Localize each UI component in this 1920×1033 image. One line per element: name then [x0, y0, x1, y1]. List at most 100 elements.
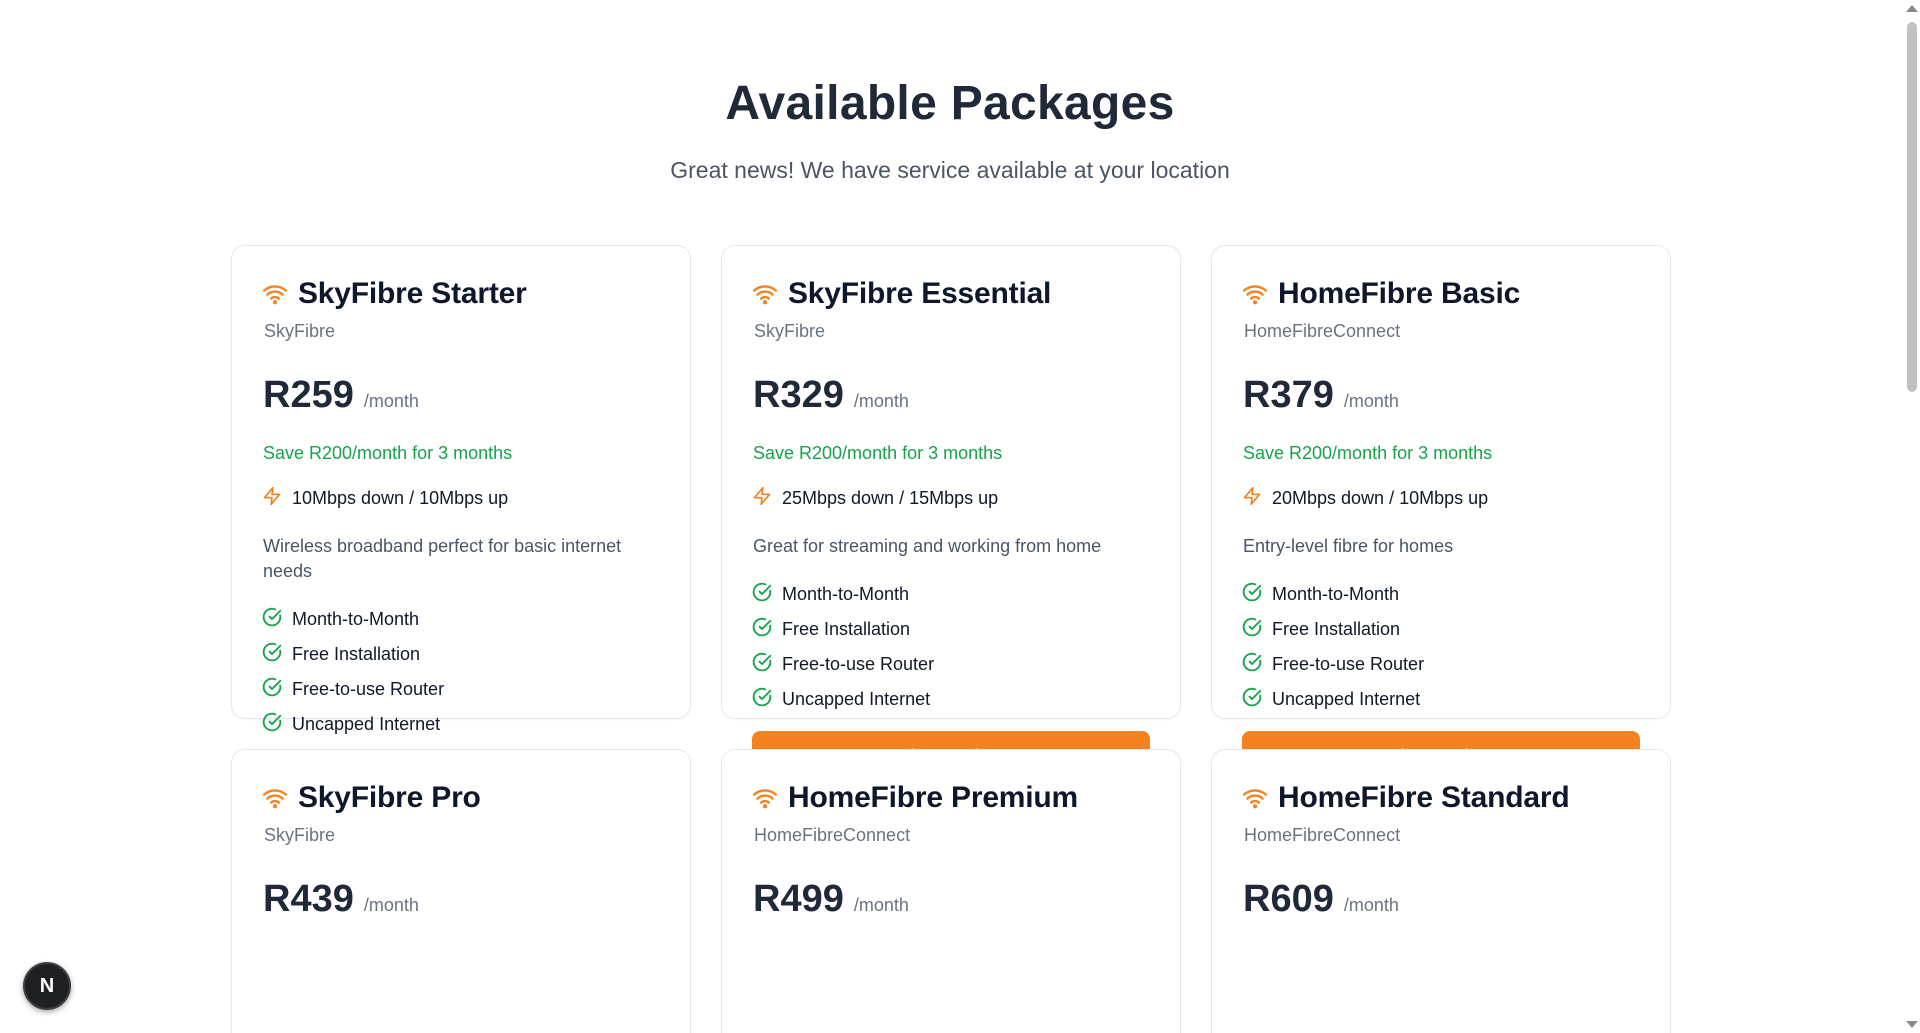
- feature-label: Free Installation: [292, 644, 421, 664]
- wifi-icon: [752, 785, 778, 811]
- feature-item: Free Installation: [1242, 612, 1640, 647]
- wifi-icon: [752, 281, 778, 307]
- package-price: R259: [263, 374, 354, 416]
- package-title-row: SkyFibre Starter: [262, 277, 660, 311]
- package-period: /month: [853, 895, 909, 915]
- package-name: SkyFibre Starter: [298, 277, 527, 310]
- check-circle-icon: [262, 642, 282, 667]
- package-description: Entry-level fibre for homes: [1243, 536, 1454, 556]
- lightning-icon: [1242, 486, 1262, 511]
- package-price-row: R259/month: [263, 374, 660, 417]
- page-title: Available Packages: [725, 77, 1175, 130]
- package-promo: Save R200/month for 3 months: [263, 443, 513, 463]
- package-provider: HomeFibreConnect: [1244, 825, 1401, 845]
- page-header: Available Packages Great news! We have s…: [0, 0, 1920, 184]
- package-price-row: R439/month: [263, 878, 660, 921]
- package-promo: Save R200/month for 3 months: [1243, 443, 1493, 463]
- package-price-row: R609/month: [1243, 878, 1640, 921]
- package-price: R379: [1243, 374, 1334, 416]
- wifi-icon: [262, 281, 288, 307]
- package-speed: 25Mbps down / 15Mbps up: [752, 486, 1150, 511]
- package-speed: 10Mbps down / 10Mbps up: [262, 486, 660, 511]
- check-circle-icon: [752, 652, 772, 677]
- feature-item: Free Installation: [752, 612, 1150, 647]
- package-title-row: SkyFibre Pro: [262, 781, 660, 815]
- package-description: Great for streaming and working from hom…: [753, 536, 1102, 556]
- package-period: /month: [363, 391, 419, 411]
- package-price-row: R499/month: [753, 878, 1150, 921]
- package-price: R329: [753, 374, 844, 416]
- nextjs-dev-indicator-icon[interactable]: N: [23, 962, 71, 1010]
- feature-label: Free-to-use Router: [782, 654, 935, 674]
- feature-item: Uncapped Internet: [1242, 682, 1640, 717]
- package-features: Month-to-Month Free Installation Free-to-u…: [752, 577, 1150, 717]
- package-card: HomeFibre Premium HomeFibreConnect R499/mo…: [721, 749, 1181, 1033]
- scroll-down-arrow-icon[interactable]: [1906, 1021, 1918, 1028]
- package-provider: SkyFibre: [264, 825, 336, 845]
- package-card: HomeFibre Standard HomeFibreConnect R609/m…: [1211, 749, 1671, 1033]
- package-features: Month-to-Month Free Installation Free-to-u…: [262, 602, 660, 742]
- check-circle-icon: [262, 677, 282, 702]
- dev-indicator-letter: N: [39, 974, 55, 997]
- feature-item: Month-to-Month: [262, 602, 660, 637]
- package-title-row: SkyFibre Essential: [752, 277, 1150, 311]
- package-title-row: HomeFibre Standard: [1242, 781, 1640, 815]
- scrollbar-thumb[interactable]: [1907, 22, 1917, 392]
- scroll-up-arrow-icon[interactable]: [1906, 5, 1918, 12]
- package-promo: Save R200/month for 3 months: [753, 443, 1003, 463]
- package-speed: 20Mbps down / 10Mbps up: [1242, 486, 1640, 511]
- feature-item: Free-to-use Router: [1242, 647, 1640, 682]
- package-card: SkyFibre Starter SkyFibre R259/month Save R…: [231, 245, 691, 806]
- feature-label: Free Installation: [782, 619, 911, 639]
- package-name: HomeFibre Basic: [1278, 277, 1521, 310]
- feature-label: Free Installation: [1272, 619, 1401, 639]
- lightning-icon: [752, 486, 772, 511]
- feature-item: Free-to-use Router: [752, 647, 1150, 682]
- check-circle-icon: [1242, 582, 1262, 607]
- package-period: /month: [363, 895, 419, 915]
- package-price: R439: [263, 878, 354, 920]
- feature-label: Free-to-use Router: [292, 679, 445, 699]
- feature-label: Uncapped Internet: [1272, 689, 1421, 709]
- package-card: HomeFibre Basic HomeFibreConnect R379/mont…: [1211, 245, 1671, 781]
- package-provider: HomeFibreConnect: [754, 825, 911, 845]
- page-subtitle: Great news! We have service available at…: [670, 156, 1230, 183]
- package-provider: HomeFibreConnect: [1244, 321, 1401, 341]
- page: Available Packages Great news! We have s…: [0, 0, 1920, 1033]
- feature-label: Uncapped Internet: [292, 714, 441, 734]
- package-speed-text: 20Mbps down / 10Mbps up: [1272, 488, 1489, 508]
- package-price-row: R329/month: [753, 374, 1150, 417]
- feature-item: Uncapped Internet: [262, 707, 660, 742]
- package-speed-text: 25Mbps down / 15Mbps up: [782, 488, 999, 508]
- wifi-icon: [262, 785, 288, 811]
- check-circle-icon: [1242, 652, 1262, 677]
- package-price: R499: [753, 878, 844, 920]
- package-name: HomeFibre Standard: [1278, 781, 1570, 814]
- package-name: SkyFibre Pro: [298, 781, 481, 814]
- check-circle-icon: [752, 617, 772, 642]
- package-price: R609: [1243, 878, 1334, 920]
- package-period: /month: [1343, 895, 1399, 915]
- lightning-icon: [262, 486, 282, 511]
- check-circle-icon: [262, 607, 282, 632]
- package-card: SkyFibre Essential SkyFibre R329/month Save…: [721, 245, 1181, 781]
- check-circle-icon: [1242, 687, 1262, 712]
- feature-item: Uncapped Internet: [752, 682, 1150, 717]
- package-price-row: R379/month: [1243, 374, 1640, 417]
- feature-item: Free-to-use Router: [262, 672, 660, 707]
- feature-item: Month-to-Month: [1242, 577, 1640, 612]
- package-name: SkyFibre Essential: [788, 277, 1052, 310]
- package-title-row: HomeFibre Basic: [1242, 277, 1640, 311]
- package-speed-text: 10Mbps down / 10Mbps up: [292, 488, 509, 508]
- package-name: HomeFibre Premium: [788, 781, 1079, 814]
- package-title-row: HomeFibre Premium: [752, 781, 1150, 815]
- check-circle-icon: [752, 582, 772, 607]
- vertical-scrollbar[interactable]: [1903, 0, 1920, 1033]
- package-period: /month: [853, 391, 909, 411]
- check-circle-icon: [262, 712, 282, 737]
- wifi-icon: [1242, 785, 1268, 811]
- check-circle-icon: [1242, 617, 1262, 642]
- feature-label: Uncapped Internet: [782, 689, 931, 709]
- package-provider: SkyFibre: [264, 321, 336, 341]
- package-description: Wireless broadband perfect for basic int…: [263, 536, 622, 581]
